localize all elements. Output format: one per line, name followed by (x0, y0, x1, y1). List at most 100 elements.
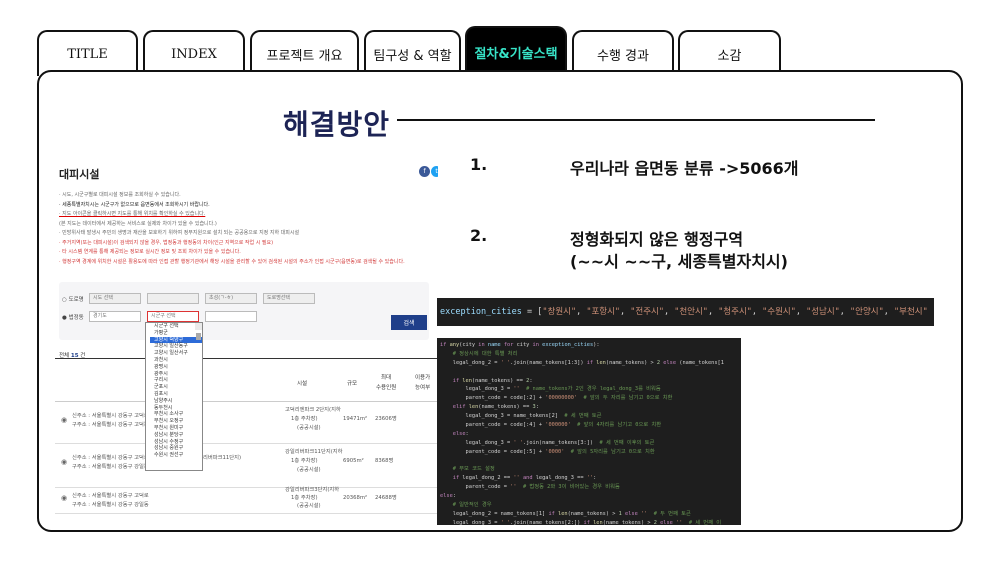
dropdown-option[interactable]: 수원시 권선구 (150, 452, 202, 459)
code-line: legal_dong_3 = ' '.join(name_tokens[3:])… (440, 439, 741, 448)
code-token: # 정상시에 대한 특별 처리 (440, 350, 518, 357)
page-title: 해결방안 (283, 108, 391, 141)
code-token: (name_tokens) > (605, 359, 657, 366)
sigungu-select-lot[interactable]: 시군구 선택 (147, 311, 199, 322)
code-line: legal_dong_3 = ' '.join(name_tokens[2:])… (440, 519, 741, 525)
code-line: elif len(name_tokens) == 3: (440, 403, 741, 412)
header-usable-2: 능여부 (415, 385, 431, 391)
code-token: # 앞의 4자리를 남기고 0으로 치환 (570, 422, 662, 429)
code-token: if (548, 510, 559, 517)
code-token: '00000000' (545, 395, 578, 402)
facebook-icon[interactable]: f (419, 166, 430, 177)
header-max: 최대 (381, 375, 392, 381)
code-token: elif (440, 404, 469, 411)
code-token: # 앞의 두 자리를 남기고 0으로 치환 (577, 395, 673, 402)
code-variable: exception_cities (440, 307, 522, 317)
code-token: ' ' (500, 359, 511, 366)
search-button[interactable]: 검색 (391, 315, 427, 330)
dropdown-option[interactable]: 부천시 원미구 (150, 425, 202, 432)
twitter-icon[interactable]: t (431, 166, 438, 177)
info-line: · 주거지역(또는 대피시설)이 검색되지 않을 경우, 법정동과 행정동의 차… (59, 239, 274, 246)
dropdown-option[interactable]: 과천시 (150, 357, 202, 364)
code-token: (name_tokens) == (471, 377, 527, 384)
point-2-subtext: (~~시 ~~구, 세종특별자치시) (570, 252, 788, 271)
code-token: name (487, 342, 504, 348)
table-row: ◉ 신주소 : 서울특별시 강동구 고덕로 구주소 : 서울특별시 강동구 고덕동 고… (55, 402, 438, 444)
code-token: (name_tokens) > (602, 519, 654, 525)
dropdown-scrollbar[interactable] (195, 323, 202, 340)
code-token: parent_code = (440, 484, 511, 491)
dropdown-scroll-thumb[interactable] (196, 333, 201, 340)
dropdown-option[interactable]: 광명시 (150, 364, 202, 371)
point-2-text: 정형화되지 않은 행정구역 (570, 230, 744, 249)
code-token: '000000' (545, 422, 571, 429)
point-1-number: 1. (470, 155, 488, 174)
facility-floor: 1층 주차장) (291, 495, 318, 501)
dropdown-option[interactable]: 부천시 오정구 (150, 418, 202, 425)
dropdown-option[interactable]: 군포시 (150, 384, 202, 391)
map-pin-icon[interactable]: ◉ (61, 458, 68, 467)
code-token: else (656, 519, 677, 525)
header-facility: 시설 (297, 381, 308, 387)
code-token: in (478, 342, 488, 348)
sigungu-select-road[interactable] (147, 293, 199, 304)
code-token: ' ' (513, 439, 523, 446)
facility-capacity: 8368명 (375, 458, 394, 464)
code-token: if (440, 342, 450, 348)
map-pin-icon[interactable]: ◉ (61, 494, 68, 503)
initial-select[interactable]: 초성(ㄱ-ㅎ) (205, 293, 257, 304)
old-address: 구주소 : 서울특별시 강동구 강일동 (72, 502, 149, 508)
code-line: if len(name_tokens) == 2: (440, 377, 741, 386)
code-block: if any(city in name for city in exceptio… (437, 338, 741, 525)
map-pin-icon[interactable]: ◉ (61, 416, 68, 425)
code-token: # 두 번째 토큰 (647, 510, 691, 517)
road-name-select[interactable]: 도로명선택 (263, 293, 315, 304)
old-address: 구주소 : 서울특별시 강동구 고덕동 (72, 422, 149, 428)
code-token: ): (593, 342, 600, 348)
facility-name: 고덕리엔파크 2단지(지하 (285, 407, 341, 413)
tab-label: 소감 (717, 48, 742, 64)
dropdown-option[interactable]: 구리시 (150, 377, 202, 384)
dropdown-option[interactable]: 가평군 (150, 330, 202, 337)
code-token: legal_dong_2 = name_tokens[1] (440, 510, 549, 517)
code-token: # 세 번째 이 (682, 519, 722, 525)
dropdown-option[interactable]: 김포시 (150, 391, 202, 398)
code-string: "청주시" (718, 307, 752, 317)
code-token: legal_dong_3 = (440, 439, 514, 446)
code-token: (name_tokens) > (567, 510, 619, 517)
new-address: 신주소 : 서울특별시 강동구 고덕로 (72, 455, 149, 461)
code-token: if (583, 519, 594, 525)
facility-scale: 6905m² (343, 458, 364, 464)
code-line: parent_code = code[:4] + '000000' # 앞의 4… (440, 421, 741, 430)
code-string: "포항시" (586, 307, 621, 317)
code-string: "성남시" (806, 307, 840, 317)
code-token: if (586, 359, 597, 366)
code-token: .join(name_tokens[1:3]) (510, 359, 587, 366)
code-token: parent_code = code[:4] + (440, 422, 546, 429)
radio-road[interactable]: ○ 도로명 (62, 295, 84, 303)
dropdown-option[interactable]: 성남시 분당구 (150, 432, 202, 439)
dong-select-lot[interactable] (205, 311, 257, 322)
table-row: ◉신주소 : 서울특별시 강동구 고덕로85길 20 (강일동)구주소 : 서울… (55, 514, 438, 516)
radio-lot[interactable]: ● 법정동 (62, 313, 84, 321)
code-string: "천안시" (674, 307, 708, 317)
code-token: # name_tokens가 2인 경우 legal_dong_3를 비워둠 (519, 386, 661, 393)
code-token: legal_dong_2 == (462, 475, 514, 482)
info-line: · 지도 아이콘을 클릭하시면 지도를 통해 위치를 확인하실 수 있습니다. (59, 211, 206, 217)
code-token: # 세 번째 토큰 (564, 413, 602, 420)
dropdown-option[interactable]: 고양시 일산서구 (150, 350, 202, 357)
info-line: · 타 시스템 연계를 통해 제공되는 정보로 실시간 정보 및 조회 차이가 … (59, 249, 241, 255)
code-line: # 부모 코드 설정 (440, 465, 741, 474)
tab-label: 수행 경과 (597, 48, 649, 64)
tab-procedure-tech-stack[interactable]: 절차&기술스택 (465, 26, 567, 76)
info-line: · 민방위사태 발생시 주민의 생명과 재산을 보호하기 위하여 정부지원으로 … (59, 230, 300, 236)
sigungu-dropdown-list[interactable]: 시군구 선택 가평군 고양시 덕양구 고양시 일산동구 고양시 일산서구 과천시 광명시 광주… (145, 322, 203, 471)
code-token: else (440, 493, 453, 500)
dropdown-option[interactable]: 남양주시 (150, 398, 202, 405)
sido-select-lot[interactable]: 경기도 (89, 311, 141, 322)
code-token: legal_dong_2 = (440, 359, 501, 366)
sido-select-road[interactable]: 시도 선택 (89, 293, 141, 304)
code-token: if (440, 475, 463, 482)
